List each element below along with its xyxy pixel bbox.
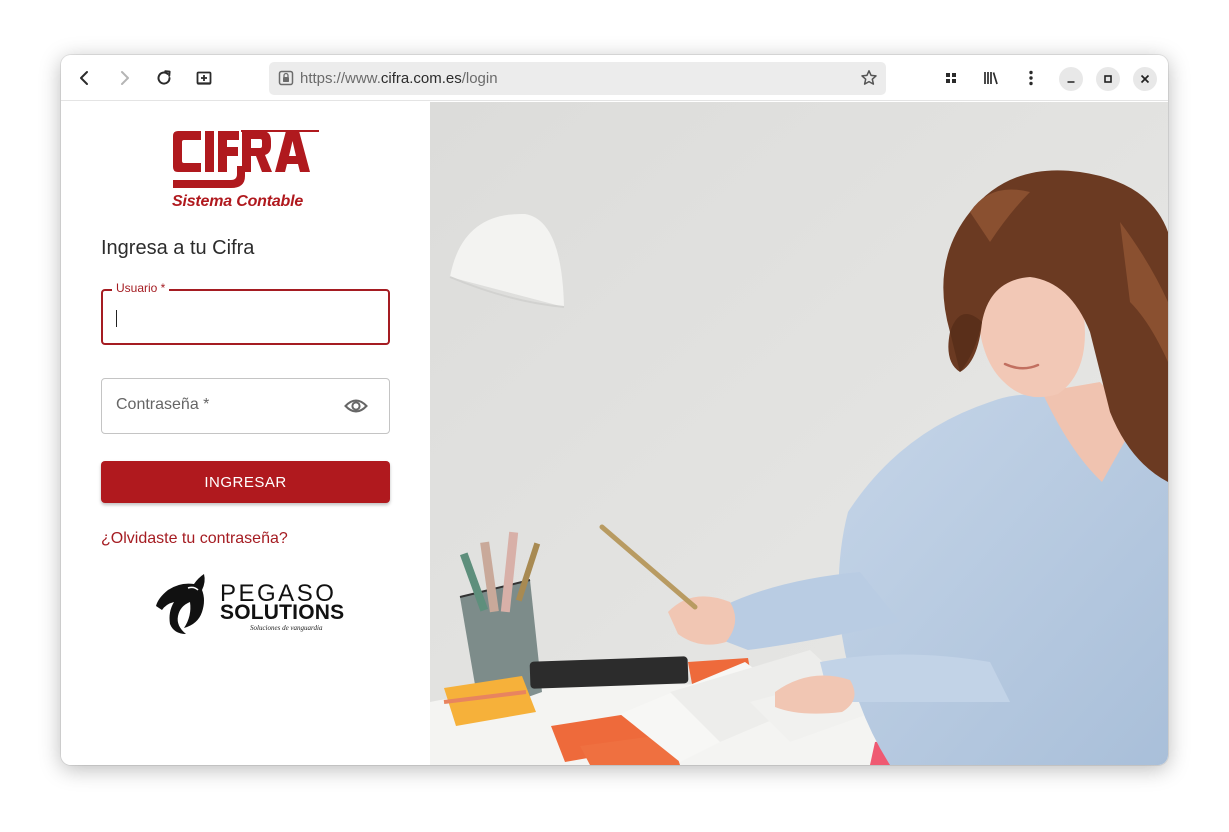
text-caret <box>116 310 117 327</box>
url-text: https://www.cifra.com.es/login <box>300 70 498 87</box>
logo-subtitle: Sistema Contable <box>172 193 304 210</box>
maximize-icon <box>1104 75 1112 83</box>
page-content: Sistema Contable Ingresa a tu Cifra Usua… <box>61 102 1168 765</box>
eye-icon[interactable] <box>344 396 368 416</box>
extensions-button[interactable] <box>939 66 963 90</box>
hero-photo <box>430 102 1168 765</box>
new-tab-icon <box>196 71 212 85</box>
close-button[interactable] <box>1133 67 1157 91</box>
back-button[interactable] <box>73 66 97 90</box>
cifra-logo-mark <box>173 130 319 188</box>
pegaso-solutions: SOLUTIONS <box>220 601 345 624</box>
browser-window: https://www.cifra.com.es/login Sistema C… <box>61 55 1168 765</box>
close-icon <box>1140 74 1150 84</box>
new-tab-button[interactable] <box>192 66 216 90</box>
maximize-button[interactable] <box>1096 67 1120 91</box>
password-placeholder: Contraseña * <box>116 396 210 413</box>
pegaso-logo: PEGASO SOLUTIONS Soluciones de vanguardi… <box>154 572 344 638</box>
lock-icon <box>278 70 294 86</box>
username-field[interactable]: Usuario * <box>101 281 390 345</box>
login-button[interactable]: INGRESAR <box>101 461 390 503</box>
grid-icon <box>946 73 956 83</box>
browser-toolbar: https://www.cifra.com.es/login <box>61 55 1168 101</box>
minimize-icon <box>1067 81 1075 83</box>
login-heading: Ingresa a tu Cifra <box>101 237 255 259</box>
reload-button[interactable] <box>152 66 176 90</box>
username-label: Usuario * <box>112 281 170 295</box>
password-field[interactable]: Contraseña * <box>101 378 390 434</box>
library-icon <box>984 72 998 85</box>
pegaso-tagline: Soluciones de vanguardia <box>250 624 323 632</box>
woman-with-receipts-image <box>430 102 1168 765</box>
cifra-logo: Sistema Contable <box>171 130 321 214</box>
url-domain: cifra.com.es <box>380 70 462 87</box>
back-arrow-icon <box>80 71 88 85</box>
forward-button[interactable] <box>112 66 136 90</box>
forgot-password-link[interactable]: ¿Olvidaste tu contraseña? <box>101 530 288 548</box>
address-bar[interactable]: https://www.cifra.com.es/login <box>269 62 886 95</box>
kebab-menu-icon <box>1029 70 1033 86</box>
reload-icon <box>157 70 171 85</box>
minimize-button[interactable] <box>1059 67 1083 91</box>
url-path: /login <box>461 70 498 87</box>
horse-head-icon <box>156 574 205 634</box>
star-icon[interactable] <box>860 69 878 87</box>
forward-arrow-icon <box>121 71 129 85</box>
library-button[interactable] <box>979 66 1003 90</box>
menu-button[interactable] <box>1019 66 1043 90</box>
url-scheme: https://www. <box>300 70 381 87</box>
login-panel: Sistema Contable Ingresa a tu Cifra Usua… <box>61 102 430 765</box>
